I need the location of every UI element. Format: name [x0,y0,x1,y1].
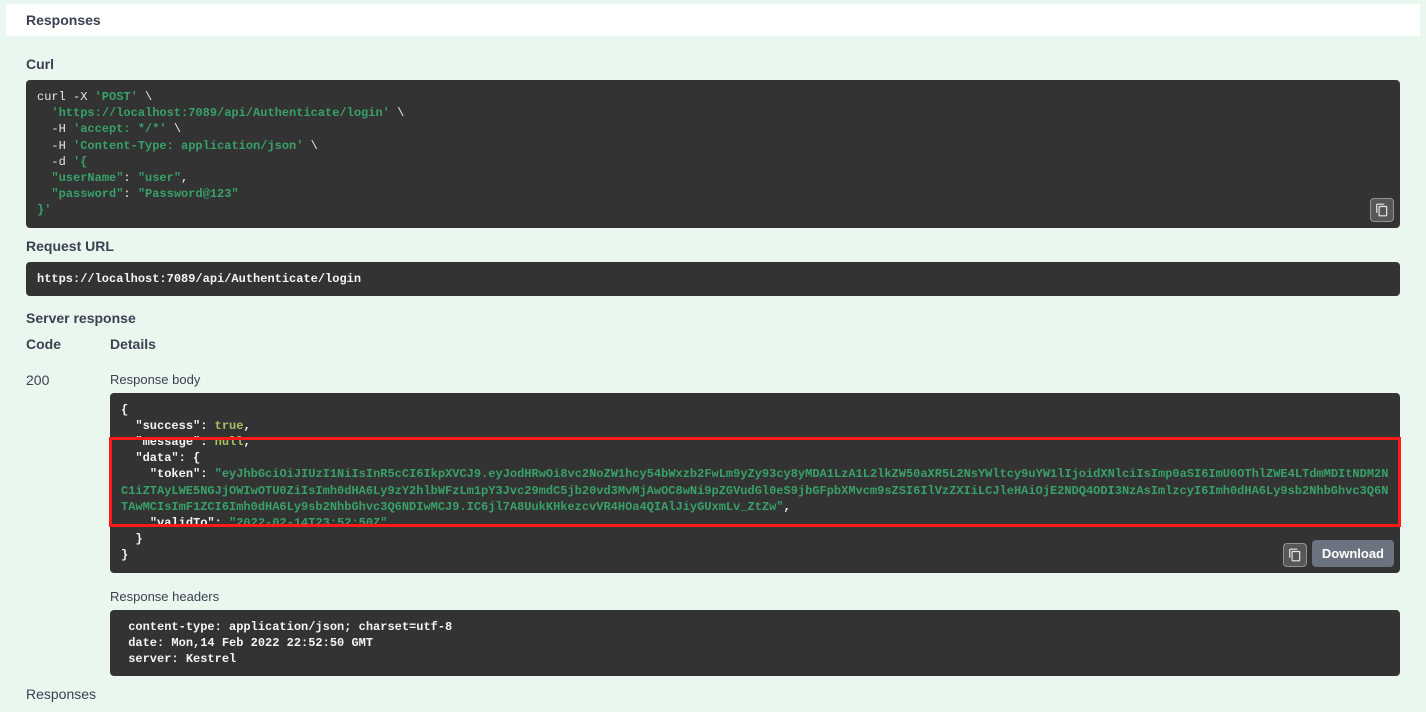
copy-response-body-button[interactable] [1283,543,1307,567]
request-url-label: Request URL [26,238,1400,254]
copy-curl-button[interactable] [1370,198,1394,222]
response-row: 200 Response body { "success": true, "me… [26,372,1400,676]
response-headers-text: content-type: application/json; charset=… [121,619,1389,668]
details-column-header: Details [110,336,1400,352]
response-body-block: { "success": true, "message": null, "dat… [110,393,1400,573]
responses-title: Responses [26,12,1400,28]
server-response-label: Server response [26,310,1400,326]
request-url-block: https://localhost:7089/api/Authenticate/… [26,262,1400,296]
status-code: 200 [26,372,110,388]
responses-header: Responses [6,4,1420,36]
curl-code-block: curl -X 'POST' \ 'https://localhost:7089… [26,80,1400,228]
clipboard-icon [1375,203,1389,217]
response-table-head: Code Details [26,336,1400,352]
response-headers-label: Response headers [110,589,1400,604]
response-headers-block: content-type: application/json; charset=… [110,610,1400,677]
curl-label: Curl [26,56,1400,72]
responses-footer: Responses [6,676,1420,702]
response-body-label: Response body [110,372,1400,387]
code-column-header: Code [26,336,110,352]
clipboard-icon [1288,548,1302,562]
download-button[interactable]: Download [1312,540,1394,567]
request-url-value: https://localhost:7089/api/Authenticate/… [37,272,361,286]
